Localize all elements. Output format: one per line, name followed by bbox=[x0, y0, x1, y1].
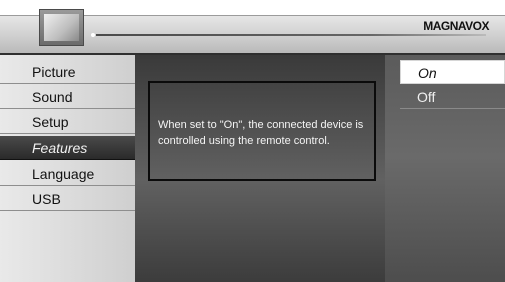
menu-item-features[interactable]: Features bbox=[0, 136, 135, 160]
beam-line bbox=[96, 34, 486, 36]
menu-item-usb[interactable]: USB bbox=[0, 187, 135, 211]
option-on[interactable]: On bbox=[400, 60, 505, 84]
tv-icon bbox=[39, 9, 84, 46]
menu-item-setup[interactable]: Setup bbox=[0, 110, 135, 134]
help-text: When set to "On", the connected device i… bbox=[158, 119, 364, 147]
beam-dot bbox=[91, 33, 95, 37]
option-off[interactable]: Off bbox=[400, 85, 505, 109]
tv-screen-graphic bbox=[44, 14, 79, 41]
menu-item-language[interactable]: Language bbox=[0, 162, 135, 186]
menu-item-picture[interactable]: Picture bbox=[0, 60, 135, 84]
menu-item-sound[interactable]: Sound bbox=[0, 85, 135, 109]
tv-menu-screen: MAGNAVOX Picture Sound Setup Features La… bbox=[0, 0, 505, 282]
brand-logo: MAGNAVOX bbox=[423, 19, 489, 33]
help-box: When set to "On", the connected device i… bbox=[148, 81, 376, 181]
